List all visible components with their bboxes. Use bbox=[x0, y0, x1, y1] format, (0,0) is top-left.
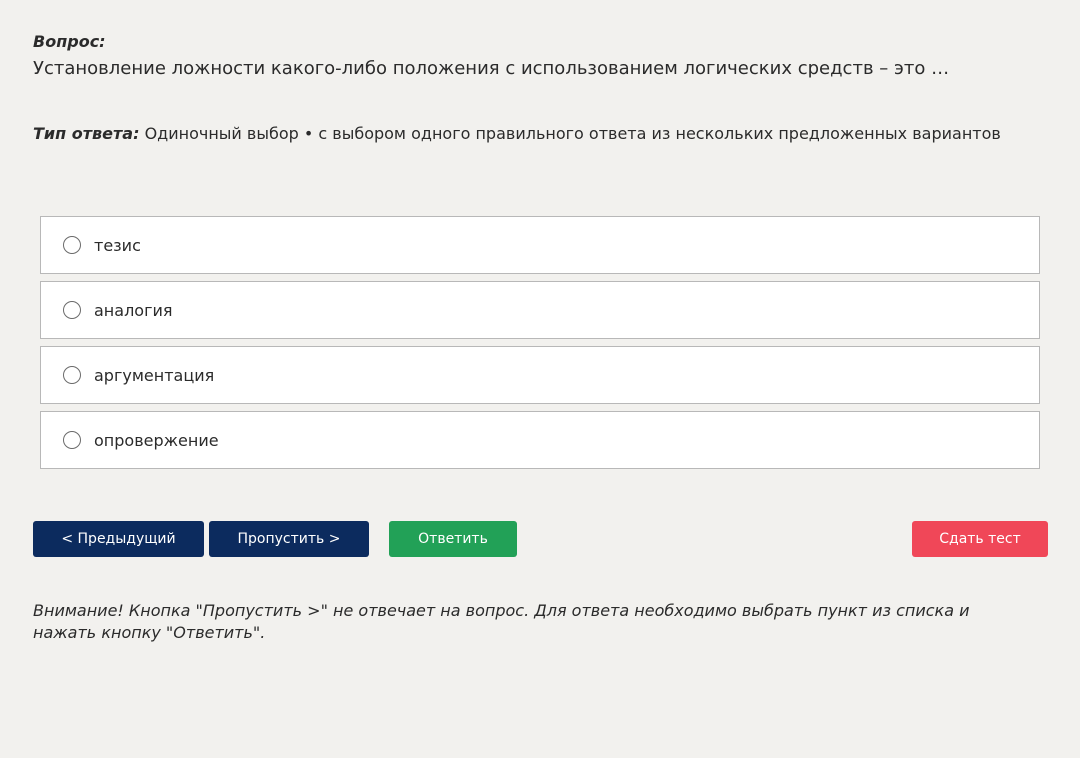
option-label: опровержение bbox=[94, 430, 219, 450]
answer-type: Тип ответа: Одиночный выбор • с выбором … bbox=[33, 124, 1001, 143]
option-label: аналогия bbox=[94, 300, 173, 320]
radio-button[interactable] bbox=[63, 236, 81, 254]
answer-type-label: Тип ответа: bbox=[33, 124, 140, 143]
question-label: Вопрос: bbox=[33, 32, 106, 51]
option-item[interactable]: тезис bbox=[40, 216, 1040, 274]
answer-button[interactable]: Ответить bbox=[389, 521, 517, 557]
radio-button[interactable] bbox=[63, 366, 81, 384]
option-item[interactable]: аргументация bbox=[40, 346, 1040, 404]
option-item[interactable]: аналогия bbox=[40, 281, 1040, 339]
question-text: Установление ложности какого-либо положе… bbox=[33, 58, 950, 79]
radio-button[interactable] bbox=[63, 301, 81, 319]
warning-text: Внимание! Кнопка "Пропустить >" не отвеч… bbox=[33, 601, 970, 642]
radio-button[interactable] bbox=[63, 431, 81, 449]
options-list: тезис аналогия аргументация опровержение bbox=[40, 216, 1040, 476]
previous-button[interactable]: < Предыдущий bbox=[33, 521, 204, 557]
answer-type-value: Одиночный выбор • с выбором одного прави… bbox=[144, 124, 1001, 143]
option-label: тезис bbox=[94, 235, 141, 255]
option-item[interactable]: опровержение bbox=[40, 411, 1040, 469]
submit-test-button[interactable]: Сдать тест bbox=[912, 521, 1048, 557]
skip-button[interactable]: Пропустить > bbox=[209, 521, 369, 557]
option-label: аргументация bbox=[94, 365, 215, 385]
